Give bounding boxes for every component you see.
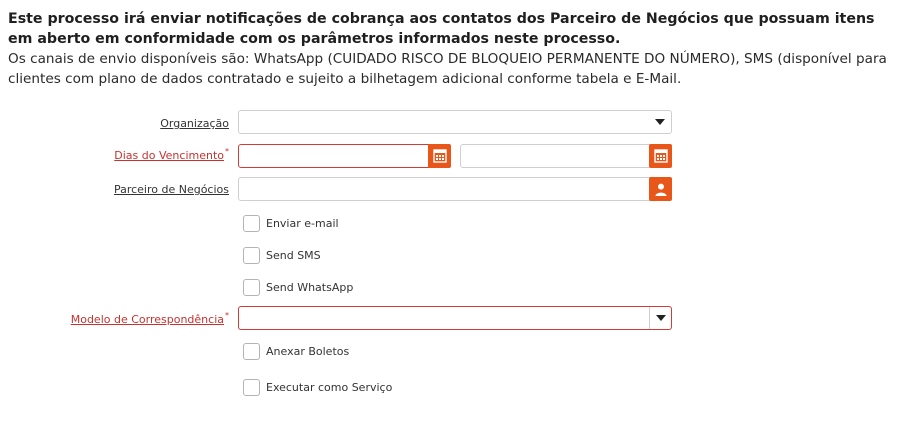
calendar-icon	[653, 149, 668, 163]
caret-down-icon	[655, 315, 666, 321]
send-sms-label: Send SMS	[266, 248, 321, 262]
send-sms-checkbox[interactable]	[243, 246, 260, 264]
executar-servico-label: Executar como Serviço	[266, 380, 393, 394]
calendar-icon	[432, 149, 447, 163]
executar-servico-option[interactable]: Executar como Serviço	[243, 378, 392, 396]
send-whatsapp-label: Send WhatsApp	[266, 280, 354, 294]
person-icon	[655, 183, 666, 196]
send-whatsapp-option[interactable]: Send WhatsApp	[243, 278, 353, 296]
parceiro-label: Parceiro de Negócios	[113, 183, 229, 196]
dias-vencimento-label: Dias do Vencimento*	[114, 147, 229, 162]
enviar-email-checkbox[interactable]	[243, 214, 260, 232]
calendar-button-to[interactable]	[649, 144, 672, 168]
dias-vencimento-to-field[interactable]	[460, 144, 672, 168]
calendar-button-from[interactable]	[428, 144, 451, 168]
modelo-input[interactable]	[239, 307, 671, 330]
parceiro-input[interactable]	[239, 178, 671, 201]
modelo-dropdown-button[interactable]	[649, 307, 671, 329]
enviar-email-label: Enviar e-mail	[266, 216, 339, 230]
caret-down-icon	[655, 119, 665, 125]
required-marker: *	[225, 311, 229, 320]
required-marker: *	[225, 147, 229, 156]
enviar-email-option[interactable]: Enviar e-mail	[243, 214, 339, 232]
parceiro-search-button[interactable]	[649, 177, 672, 201]
intro-text: Este processo irá enviar notificações de…	[8, 9, 900, 89]
dias-vencimento-from-field[interactable]	[238, 144, 451, 168]
anexar-boletos-label: Anexar Boletos	[266, 344, 350, 358]
organizacao-dropdown-button[interactable]	[649, 111, 671, 133]
send-whatsapp-checkbox[interactable]	[243, 278, 260, 296]
modelo-label: Modelo de Correspondência*	[70, 311, 229, 326]
modelo-select[interactable]	[238, 306, 672, 330]
organizacao-input[interactable]	[239, 111, 671, 134]
intro-description: Os canais de envio disponíveis são: What…	[8, 51, 887, 87]
anexar-boletos-checkbox[interactable]	[243, 342, 260, 360]
dias-vencimento-to-input[interactable]	[461, 145, 671, 168]
send-sms-option[interactable]: Send SMS	[243, 246, 321, 264]
organizacao-label: Organização	[160, 117, 229, 130]
anexar-boletos-option[interactable]: Anexar Boletos	[243, 342, 349, 360]
parceiro-field[interactable]	[238, 177, 672, 201]
executar-servico-checkbox[interactable]	[243, 378, 260, 396]
organizacao-select[interactable]	[238, 110, 672, 134]
intro-bold: Este processo irá enviar notificações de…	[8, 11, 875, 47]
dias-vencimento-from-input[interactable]	[239, 145, 450, 168]
